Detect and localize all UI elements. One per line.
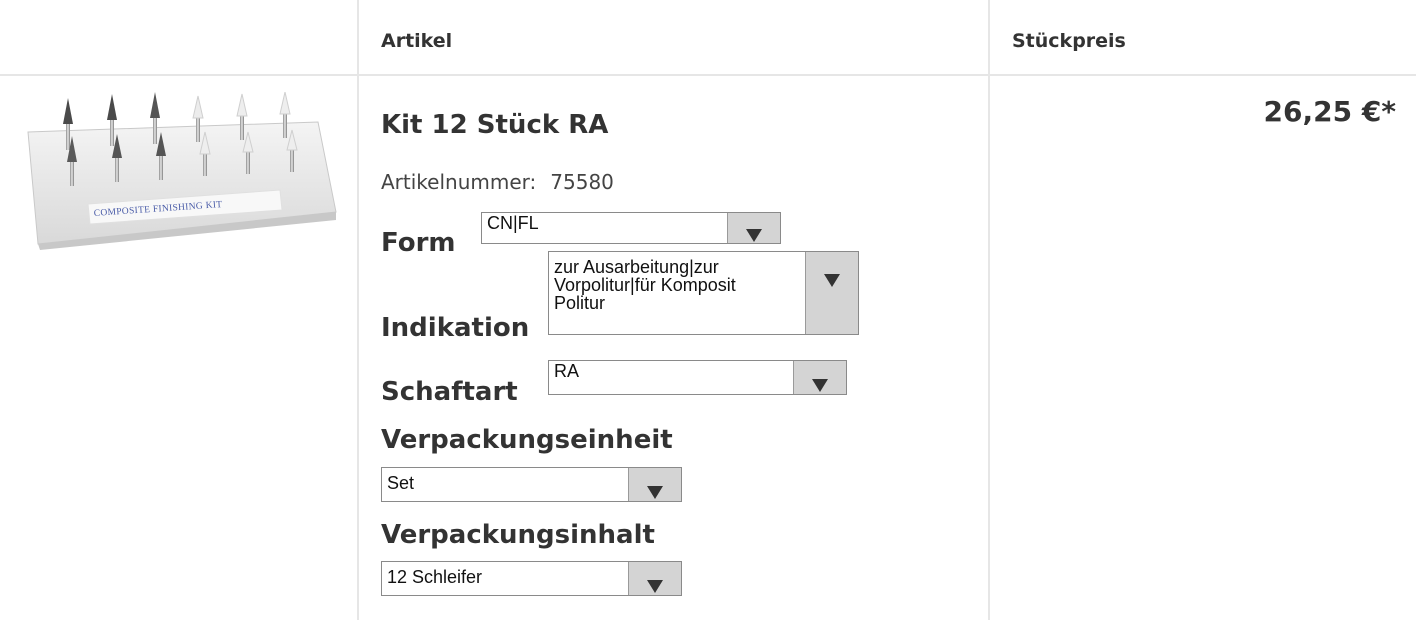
form-select[interactable]: CN|FL <box>481 212 781 244</box>
column-divider <box>357 0 359 620</box>
verpackungsinhalt-select-button[interactable] <box>628 562 681 595</box>
indikation-select-button[interactable] <box>805 252 858 334</box>
verpackungsinhalt-select[interactable]: 12 Schleifer <box>381 561 682 596</box>
verpackungsinhalt-select-value: 12 Schleifer <box>387 567 483 587</box>
triangle-down-icon <box>746 229 762 242</box>
unit-price: 26,25 €* <box>1263 95 1396 128</box>
product-image[interactable]: COMPOSITE FINISHING KIT <box>18 91 338 250</box>
verpackungseinheit-select-button[interactable] <box>628 468 681 501</box>
schaftart-select-button[interactable] <box>793 361 846 394</box>
verpackungseinheit-label: Verpackungseinheit <box>381 425 673 455</box>
article-number-label: Artikelnummer: <box>381 170 537 194</box>
triangle-down-icon <box>824 274 840 287</box>
triangle-down-icon <box>647 580 663 593</box>
product-title[interactable]: Kit 12 Stück RA <box>381 110 608 140</box>
verpackungseinheit-select-value: Set <box>387 473 415 493</box>
column-divider <box>988 0 990 620</box>
form-label: Form <box>381 228 456 258</box>
triangle-down-icon <box>812 379 828 392</box>
form-select-value: CN|FL <box>487 213 539 233</box>
article-number: Artikelnummer: 75580 <box>381 170 614 194</box>
article-number-value: 75580 <box>550 170 614 194</box>
indikation-select[interactable]: zur Ausarbeitung|zur Vorpolitur|für Komp… <box>548 251 859 335</box>
schaftart-select-value: RA <box>554 361 580 381</box>
column-header-artikel: Artikel <box>381 30 453 52</box>
column-header-stueckpreis: Stückpreis <box>1012 30 1126 52</box>
verpackungseinheit-select[interactable]: Set <box>381 467 682 502</box>
form-select-button[interactable] <box>727 213 780 243</box>
header-divider <box>0 74 1416 76</box>
indikation-select-value: zur Ausarbeitung|zur Vorpolitur|für Komp… <box>554 258 736 312</box>
schaftart-label: Schaftart <box>381 377 518 407</box>
triangle-down-icon <box>647 486 663 499</box>
indikation-label: Indikation <box>381 313 530 343</box>
schaftart-select[interactable]: RA <box>548 360 847 395</box>
verpackungsinhalt-label: Verpackungsinhalt <box>381 520 655 550</box>
